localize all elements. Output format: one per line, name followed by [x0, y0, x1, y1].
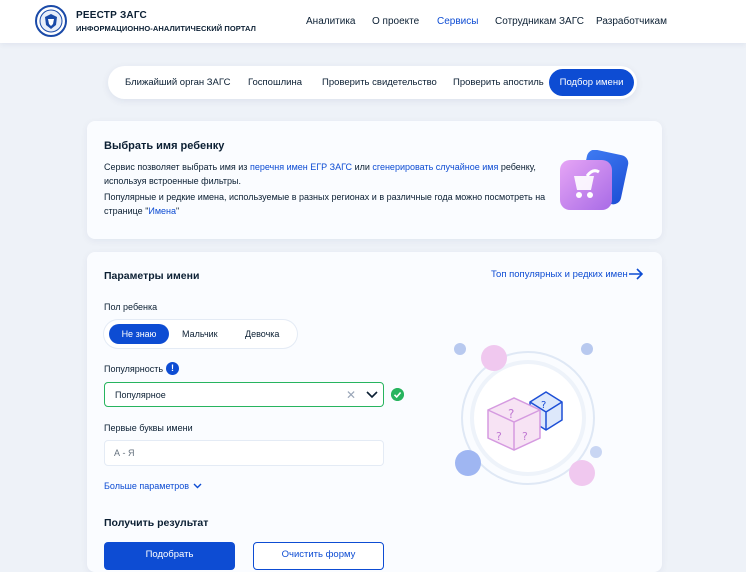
names-list-link[interactable]: перечня имен ЕГР ЗАГС — [250, 162, 352, 172]
tab-state-fee[interactable]: Госпошлина — [248, 77, 302, 88]
arrow-right-icon[interactable] — [628, 268, 644, 280]
stroller-icon — [560, 150, 629, 210]
names-page-link[interactable]: Имена — [148, 206, 176, 216]
submit-button[interactable]: Подобрать — [104, 542, 235, 570]
intro-text-2: Популярные и редкие имена, используемые … — [104, 191, 554, 218]
intro-text-part: ребенку, — [498, 162, 536, 172]
top-names-link[interactable]: Топ популярных и редких имен — [491, 269, 628, 280]
tab-nearest-office[interactable]: Ближайший орган ЗАГС — [125, 77, 230, 88]
intro-text-part: используя встроенные фильтры. — [104, 175, 241, 186]
nav-services[interactable]: Сервисы — [437, 16, 478, 27]
intro-title: Выбрать имя ребенку — [104, 140, 225, 152]
nav-developers[interactable]: Разработчикам — [596, 16, 667, 27]
gender-option-girl[interactable]: Девочка — [245, 329, 279, 339]
tab-check-certificate[interactable]: Проверить свидетельство — [322, 77, 437, 88]
emblem-icon[interactable] — [35, 5, 67, 37]
check-icon — [391, 388, 404, 401]
tab-check-apostille[interactable]: Проверить апостиль — [453, 77, 544, 88]
popularity-select[interactable]: Популярное ✕ — [104, 382, 384, 407]
first-letters-label: Первые буквы имени — [104, 423, 193, 433]
nav-staff[interactable]: Сотрудникам ЗАГС — [495, 16, 584, 27]
intro-text-part: " — [176, 205, 180, 216]
logo-subtitle[interactable]: ИНФОРМАЦИОННО-АНАЛИТИЧЕСКИЙ ПОРТАЛ — [76, 24, 256, 33]
info-icon[interactable]: ! — [166, 362, 179, 375]
nav-analytics[interactable]: Аналитика — [306, 16, 356, 27]
dice-icon: ? ? ? ? — [454, 343, 602, 486]
gender-option-unknown[interactable]: Не знаю — [109, 324, 169, 344]
intro-text-part: странице " — [104, 205, 149, 216]
gender-label: Пол ребенка — [104, 302, 158, 312]
svg-text:?: ? — [541, 400, 546, 411]
clear-form-button[interactable]: Очистить форму — [253, 542, 384, 570]
tab-name-selection[interactable]: Подбор имени — [549, 69, 634, 96]
service-tabs: Ближайший орган ЗАГС Госпошлина Проверит… — [108, 66, 637, 99]
chevron-down-icon[interactable] — [193, 483, 202, 489]
intro-text-1: Сервис позволяет выбрать имя из перечня … — [104, 161, 554, 188]
more-params-link[interactable]: Больше параметров — [104, 481, 189, 491]
nav-about[interactable]: О проекте — [372, 16, 419, 27]
params-title: Параметры имени — [104, 270, 200, 282]
clear-icon[interactable]: ✕ — [346, 389, 356, 401]
chevron-down-icon[interactable] — [366, 391, 378, 399]
logo-title[interactable]: РЕЕСТР ЗАГС — [76, 10, 147, 21]
popularity-value: Популярное — [115, 390, 166, 400]
result-title: Получить результат — [104, 517, 209, 529]
intro-text-part: Сервис позволяет выбрать имя из — [104, 162, 250, 172]
intro-text-part: Популярные и редкие имена, используемые … — [104, 192, 546, 202]
svg-text:?: ? — [522, 430, 528, 443]
site-header: РЕЕСТР ЗАГС ИНФОРМАЦИОННО-АНАЛИТИЧЕСКИЙ … — [0, 0, 746, 43]
svg-text:?: ? — [496, 430, 502, 443]
random-name-link[interactable]: сгенерировать случайное имя — [372, 162, 498, 172]
svg-text:?: ? — [508, 407, 514, 421]
gender-option-boy[interactable]: Мальчик — [182, 329, 218, 339]
gender-segmented-control: Не знаю Мальчик Девочка — [104, 320, 297, 348]
popularity-label: Популярность — [104, 364, 164, 374]
intro-text-part: или — [352, 162, 373, 172]
first-letters-input[interactable] — [104, 440, 384, 466]
